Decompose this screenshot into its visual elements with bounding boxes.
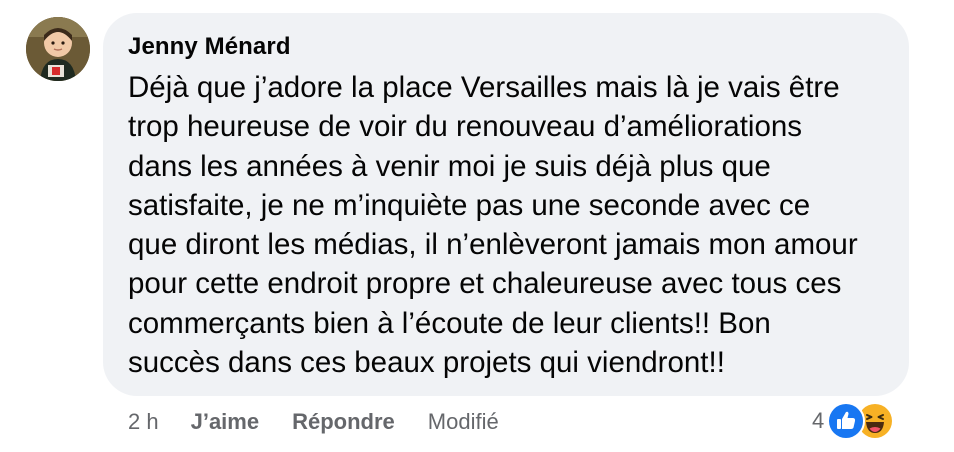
reaction-icons [827,402,899,440]
edited-label: Modifié [427,409,499,434]
reply-button[interactable]: Répondre [292,409,395,435]
comment-text-line: que diront les médias, il n’enlèveront j… [128,228,858,262]
comment-text-line: trop heureuse de voir du renouveau d’amé… [128,110,803,144]
comment-text-line: pour cette endroit propre et chaleureuse… [128,267,842,301]
comment-text-line: succès dans ces beaux projets qui viendr… [128,346,725,380]
reactions-summary[interactable]: 4 [812,402,899,440]
avatar[interactable] [26,17,90,81]
avatar-image [26,17,90,81]
comment-actions: 2 h J’aime Répondre Modifié [128,407,499,437]
comment-text-line: satisfaite, je ne m’inquiète pas une sec… [128,188,811,222]
like-button[interactable]: J’aime [191,409,260,435]
comment-timestamp[interactable]: 2 h [128,409,159,435]
reaction-count: 4 [812,408,825,433]
comment-text-line: Déjà que j’adore la place Versailles mai… [128,71,840,104]
like-icon [827,402,866,440]
comment-bubble: Jenny Ménard Déjà que j’adore la place V… [103,13,909,396]
comment-text: Déjà que j’adore la place Versailles mai… [128,68,885,382]
comment-text-line: commerçants bien à l’écoute de leur clie… [128,306,771,340]
comment-author[interactable]: Jenny Ménard [128,33,885,61]
comment-text-line: dans les années à venir moi je suis déjà… [128,149,771,183]
